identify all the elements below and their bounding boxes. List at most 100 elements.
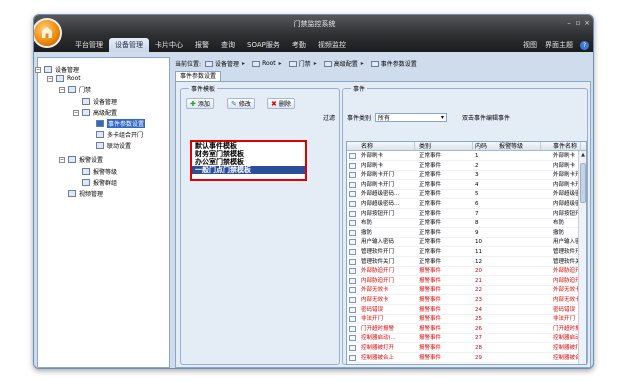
template-group-title: 事件模板 [189,84,218,93]
cell-event: 控制器被合上 [553,354,581,361]
column-header[interactable]: 名称 [359,142,415,151]
breadcrumb-icon [370,60,379,67]
table-row[interactable]: 内部刷卡 正常事件 2 内部刷卡 [347,162,579,171]
table-row[interactable]: 门开超时报警报警事件26门开超时报警 [347,325,581,334]
event-doc-icon [349,153,356,159]
delete-icon: ✖ [271,99,277,108]
cell-event: 非法开门 [553,316,576,323]
table-row[interactable]: 布防 正常事件 8 布防 [347,219,579,229]
add-button[interactable]: ✚ 添加 [186,98,214,109]
tree-node[interactable]: 报警等级 [82,167,117,176]
column-header[interactable]: 类别 [417,142,473,151]
menu-item-1[interactable]: 设备管理 [109,38,149,52]
tree-node[interactable]: 视频管理 [68,189,103,198]
menu-item-4[interactable]: 查询 [215,38,241,52]
tree-node[interactable]: − Root [47,74,81,83]
menu-item-5[interactable]: SOAP服务 [241,38,286,52]
breadcrumb-separator-icon: ▸ [278,60,282,67]
template-item[interactable]: 办公室门禁模板 [192,158,305,166]
cell-name: 控制器被合上 [361,354,395,361]
menu-theme[interactable]: 界面主题 [541,38,577,52]
vertical-scrollbar[interactable]: ▲ [578,151,586,364]
table-row[interactable]: 外部刷卡开门正常事件3外部刷卡开门 [347,171,581,181]
table-row[interactable]: 内部超级密码...正常事件6内部超级密码 [347,200,581,209]
table-row[interactable]: 外部刷卡 正常事件 1 外部刷卡 [347,152,579,161]
cell-level [497,325,541,334]
minimize-icon[interactable]: – [565,19,573,27]
event-doc-icon [349,297,356,303]
breadcrumb-item[interactable]: Root [262,60,276,67]
column-header[interactable]: 事件名称 [551,142,581,151]
table-row[interactable]: 管理软件关门正常事件12管理软件关门 [347,258,581,267]
table-row[interactable]: 控制器被打开报警事件28控制器被打开 [347,344,581,353]
expand-toggle-icon[interactable]: − [59,156,65,163]
template-item[interactable]: 默认事件模板 [192,142,305,150]
tree-node[interactable]: − 报警设置 [59,155,103,164]
delete-button[interactable]: ✖ 删除 [267,98,295,109]
menu-item-2[interactable]: 卡片中心 [149,38,189,52]
menu-item-6[interactable]: 考勤 [286,38,312,52]
tree-node[interactable]: − 高级配置 [73,108,117,117]
breadcrumb-item[interactable]: 设备管理 [215,59,239,68]
table-row[interactable]: 内部按钮开门正常事件7内部按钮开门 [347,210,581,219]
menu-item-0[interactable]: 平台管理 [69,38,109,52]
cell-level [497,344,541,353]
event-type-select[interactable]: 所有 ▾ [375,113,448,122]
scroll-up-icon[interactable]: ▲ [579,151,586,160]
edit-button[interactable]: ✎ 修改 [227,98,255,109]
menu-view[interactable]: 视图 [519,38,541,52]
column-header[interactable]: 报警等级 [497,142,541,151]
breadcrumb-item[interactable]: 高级配置 [334,59,358,68]
table-row[interactable]: 用户输入密码正常事件10用户输入密码 [347,238,581,248]
table-row[interactable]: 撤防 正常事件 9 撤防 [347,229,579,238]
event-doc-icon [349,268,356,275]
table-row[interactable]: 控制器启动(...报警事件27控制器启动(... [347,334,581,344]
card-icon [96,131,104,138]
expand-toggle-icon[interactable]: − [35,66,41,73]
tree-node-label: 设备管理 [93,99,118,106]
edit-button-label: 修改 [238,101,251,108]
event-doc-icon [349,201,356,207]
scroll-thumb[interactable] [580,163,586,203]
menu-item-7[interactable]: 视频监控 [312,38,352,52]
expand-toggle-icon[interactable]: − [47,75,53,82]
cell-type: 报警事件 [419,354,442,361]
help-icon[interactable]: ? [580,40,589,50]
event-doc-icon [349,287,356,294]
table-row[interactable]: 内部胁迫开门报警事件21内部胁迫开门 [347,277,581,286]
table-row[interactable]: 外部胁迫开门报警事件20外部胁迫开门 [347,267,581,277]
tree-node[interactable]: − 设备管理 [35,65,79,74]
add-icon: ✚ [190,99,196,108]
table-row[interactable]: 外部无效卡 报警事件 22 外部无效卡 [347,286,581,296]
cell-level [497,190,541,199]
tree-node-label: 门禁 [79,87,92,94]
table-row[interactable]: 管理软件开门正常事件11管理软件开门 [347,248,581,257]
expand-toggle-icon[interactable]: − [59,86,65,93]
tree-node[interactable]: 多卡组合开门 [96,130,143,139]
breadcrumb-item[interactable]: 事件参数设置 [381,59,417,68]
tree-node[interactable]: 事件参数设置 [96,119,146,128]
breadcrumb-item[interactable]: 门禁 [299,59,311,68]
tree-node[interactable]: − 门禁 [59,85,91,94]
alarm-icon [68,156,76,163]
event-doc-icon [349,249,356,255]
tree-node-label: 高级配置 [93,110,118,117]
menu-item-3[interactable]: 报警 [189,38,215,52]
table-row[interactable]: 非法开门 报警事件 25 非法开门 [347,315,579,325]
template-item[interactable]: 一般门点门禁模板 [192,166,305,174]
tree-node[interactable]: 报警群组 [82,178,117,187]
template-item[interactable]: 财务室门禁模板 [192,150,305,158]
table-row[interactable]: 内部刷卡开门正常事件4内部刷卡开门 [347,181,581,190]
table-row[interactable]: 内部无效卡 报警事件 23 内部无效卡 [347,296,581,305]
template-list[interactable]: 默认事件模板 财务室门禁模板 办公室门禁模板 一般门点门禁模板 [190,140,307,181]
cell-name: 控制器启动(... [361,335,396,342]
maximize-icon[interactable]: ▫ [574,19,582,27]
expand-toggle-icon[interactable]: − [73,109,79,116]
close-icon[interactable]: × [583,19,591,27]
event-doc-icon [349,325,356,332]
tree-node[interactable]: 联动设置 [96,141,131,150]
table-row[interactable]: 密码错误 报警事件 24 密码错误 [347,306,579,315]
tree-node[interactable]: 设备管理 [82,97,117,106]
table-row[interactable]: 外部超级密码...正常事件5外部超级密码 [347,190,581,200]
table-row[interactable]: 控制器被合上报警事件29控制器被合上 [347,354,581,363]
